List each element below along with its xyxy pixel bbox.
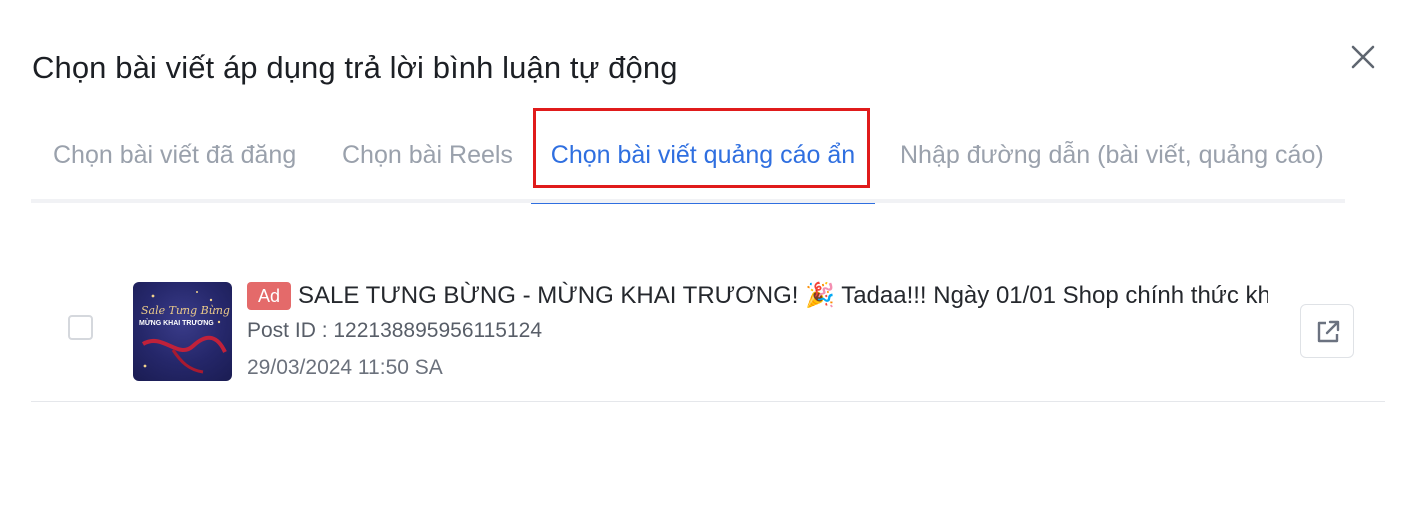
thumbnail-caption: MỪNG KHAI TRƯƠNG [139,320,214,327]
tab-bar: Chọn bài viết đã đăng Chọn bài Reels Chọ… [31,106,1345,204]
ad-badge: Ad [247,282,291,310]
post-text: SALE TƯNG BỪNG - MỪNG KHAI TRƯƠNG! 🎉 Tad… [298,282,1268,309]
ribbon-decoration [141,291,227,374]
post-checkbox[interactable] [68,315,93,340]
thumbnail-script-text: Sale Tưng Bừng [141,304,230,317]
dialog-title: Chọn bài viết áp dụng trả lời bình luận … [32,50,678,85]
close-icon [1351,45,1375,69]
post-thumbnail: Sale Tưng Bừng MỪNG KHAI TRƯƠNG [133,282,232,381]
tab-published-posts[interactable]: Chọn bài viết đã đăng [53,106,296,203]
post-list-item: Sale Tưng Bừng MỪNG KHAI TRƯƠNG Ad SALE … [31,270,1385,402]
tab-hidden-ad-posts[interactable]: Chọn bài viết quảng cáo ẩn [531,106,875,204]
close-button[interactable] [1346,40,1380,74]
open-post-button[interactable] [1300,304,1354,358]
external-link-icon [1317,320,1340,343]
post-date: 29/03/2024 11:50 SA [247,356,443,379]
post-selection-dialog: Chọn bài viết áp dụng trả lời bình luận … [0,0,1416,512]
tab-enter-link[interactable]: Nhập đường dẫn (bài viết, quảng cáo) [900,106,1324,203]
post-id: Post ID : 122138895956115124 [247,319,543,342]
tab-divider [31,199,1345,203]
tab-reels[interactable]: Chọn bài Reels [342,106,513,203]
